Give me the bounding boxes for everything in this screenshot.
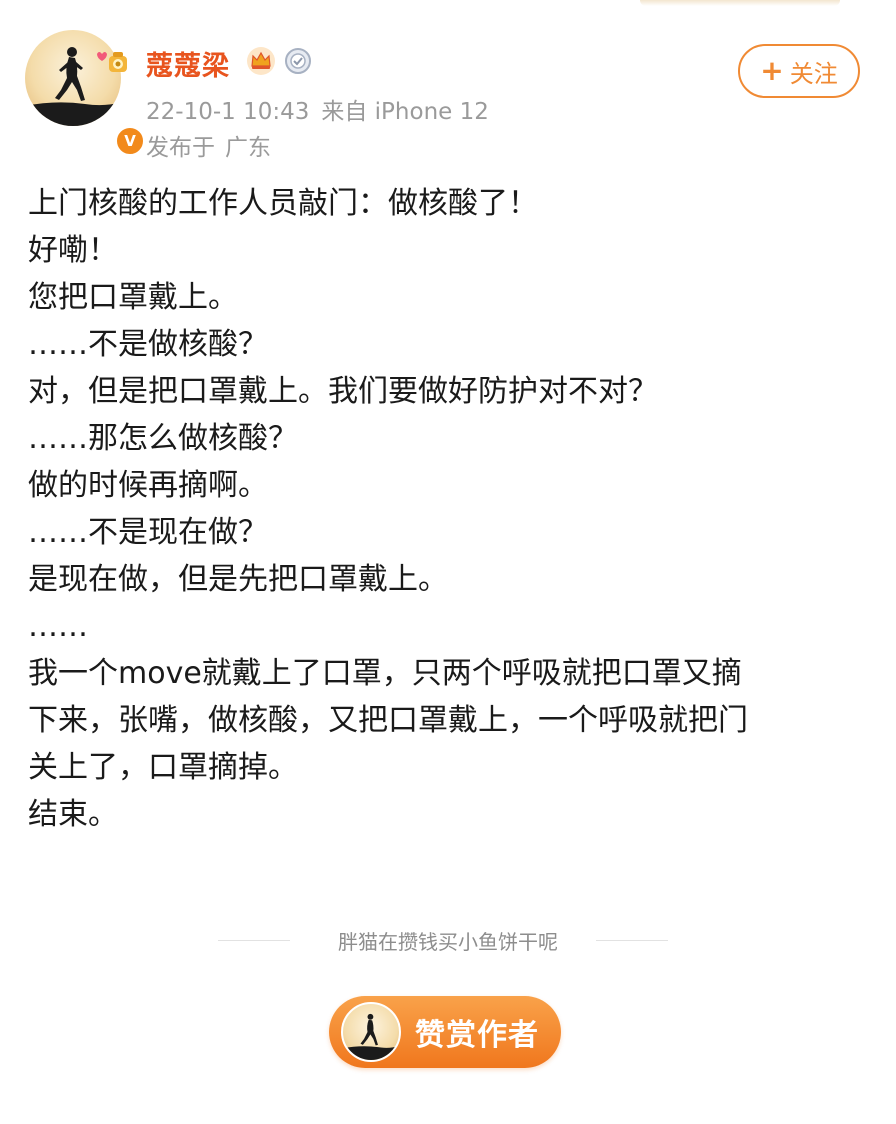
post-line: ……那怎么做核酸？ — [28, 421, 298, 456]
post-meta: 22-10-1 10:43 来自 iPhone 12 — [146, 92, 501, 126]
medal-icon[interactable] — [284, 47, 312, 75]
reward-avatar — [341, 1002, 401, 1062]
verified-badge-icon: V — [115, 126, 145, 156]
username[interactable]: 蔻蔻梁 — [146, 44, 230, 83]
post-line: 好嘞！ — [28, 233, 118, 268]
crown-icon[interactable] — [246, 46, 276, 76]
location-value: 广东 — [225, 135, 271, 161]
post-line: 结束。 — [28, 797, 118, 832]
post-content: 上门核酸的工作人员敲门：做核酸了！ 好嘞！ 您把口罩戴上。 ……不是做核酸？ 对… — [28, 180, 873, 838]
divider — [596, 940, 668, 941]
post-line: 您把口罩戴上。 — [28, 280, 238, 315]
post-location: 发布于 广东 — [146, 128, 281, 162]
avatar[interactable]: V — [25, 30, 145, 156]
divider — [218, 940, 290, 941]
post-line: ……不是现在做？ — [28, 515, 268, 550]
follow-label: 关注 — [789, 59, 838, 88]
location-prefix: 发布于 — [146, 135, 215, 161]
follow-button[interactable]: + 关注 — [738, 44, 860, 98]
post-line: 上门核酸的工作人员敲门：做核酸了！ — [28, 186, 538, 221]
post-line: ……不是做核酸？ — [28, 327, 268, 362]
runner-silhouette-icon — [343, 1013, 399, 1060]
post-line: 我一个move就戴上了口罩，只两个呼吸就把口罩又摘 — [28, 656, 742, 691]
reward-caption: 胖猫在攒钱买小鱼饼干呢 — [338, 930, 558, 954]
avatar-pendant-icon — [91, 50, 131, 82]
post-line: 做的时候再摘啊。 — [28, 468, 268, 503]
post-source: 来自 iPhone 12 — [321, 99, 489, 125]
top-edge-shadow — [640, 0, 840, 6]
post-timestamp: 22-10-1 10:43 — [146, 99, 310, 125]
post-line: 下来，张嘴，做核酸，又把口罩戴上，一个呼吸就把门 — [28, 703, 748, 738]
reward-author-button[interactable]: 赞赏作者 — [329, 996, 561, 1068]
post-line: 是现在做，但是先把口罩戴上。 — [28, 562, 448, 597]
post-line: …… — [28, 609, 88, 644]
post-line: 关上了，口罩摘掉。 — [28, 750, 298, 785]
post-line: 对，但是把口罩戴上。我们要做好防护对不对？ — [28, 374, 658, 409]
plus-icon: + — [760, 54, 784, 87]
reward-button-label: 赞赏作者 — [415, 1018, 539, 1053]
